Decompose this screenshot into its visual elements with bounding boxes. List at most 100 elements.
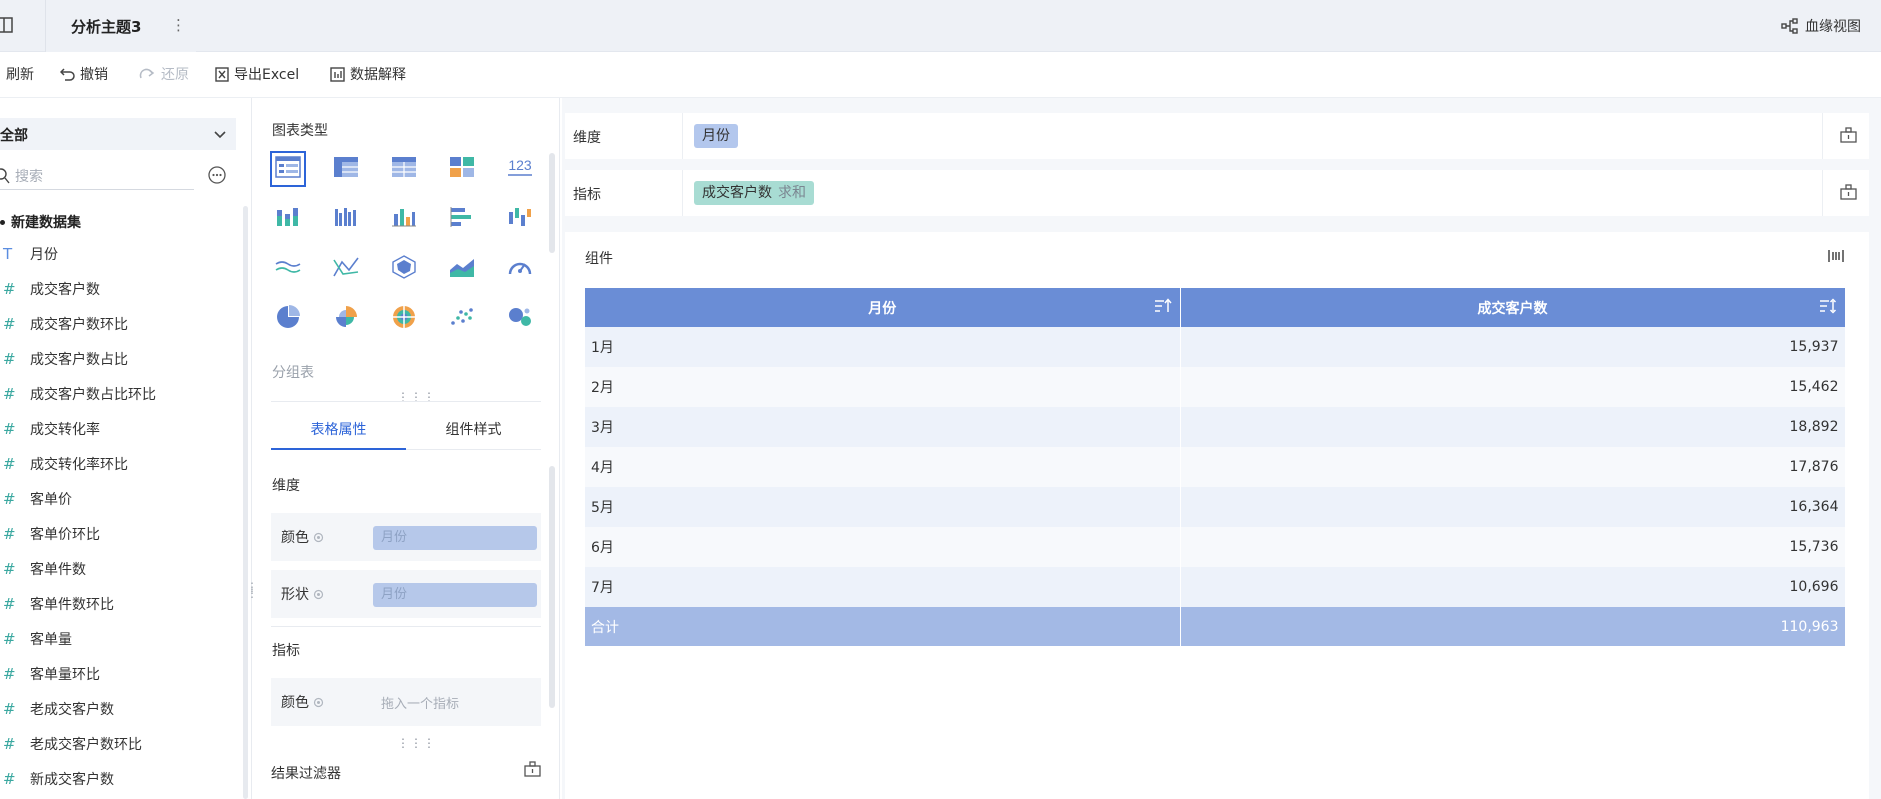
shelf-divider: [682, 170, 683, 216]
chart-type-multi-pie[interactable]: [386, 301, 422, 337]
settings-icon[interactable]: [312, 696, 325, 709]
chart-type-cross-table[interactable]: [328, 151, 364, 187]
dimension-pill[interactable]: 月份: [694, 124, 738, 148]
table-row[interactable]: 3月 18,892: [585, 407, 1846, 447]
chart-type-kpi-card[interactable]: 123: [502, 151, 538, 187]
column-header-deal-customers[interactable]: 成交客户数: [1180, 288, 1846, 327]
measure-pill[interactable]: 成交客户数 求和: [694, 181, 814, 205]
settings-icon[interactable]: [312, 531, 325, 544]
shelf-divider: [1822, 170, 1823, 216]
drag-handle-icon[interactable]: ⋮⋮⋮: [397, 391, 436, 403]
field-item[interactable]: # 客单价环比: [0, 516, 236, 551]
collapse-panel-icon[interactable]: [0, 16, 14, 34]
measure-aggregation: 求和: [778, 185, 806, 201]
result-filter-label: 结果过滤器: [271, 766, 341, 782]
scatter-chart-icon: [449, 306, 475, 332]
chart-type-area-chart[interactable]: [444, 251, 480, 287]
table-row[interactable]: 7月 10,696: [585, 567, 1846, 607]
properties-scrollbar[interactable]: [549, 466, 555, 708]
field-item[interactable]: # 成交转化率: [0, 411, 236, 446]
chart-type-grouped-table[interactable]: [270, 151, 306, 187]
chart-type-scatter-chart[interactable]: [444, 301, 480, 337]
chart-type-pie-chart[interactable]: [270, 301, 306, 337]
sort-ascending-icon[interactable]: [1154, 298, 1172, 314]
chart-type-gauge-chart[interactable]: [502, 251, 538, 287]
table-row[interactable]: 6月 15,736: [585, 527, 1846, 567]
tab-table-properties[interactable]: 表格属性: [271, 410, 406, 450]
table-row[interactable]: 4月 17,876: [585, 447, 1846, 487]
chart-type-bubble-chart[interactable]: [502, 301, 538, 337]
chart-type-title: 图表类型: [272, 123, 328, 139]
month-cell: 3月: [585, 407, 1181, 447]
sort-toggle-icon[interactable]: [1819, 298, 1837, 314]
field-item[interactable]: # 老成交客户数环比: [0, 726, 236, 761]
undo-button[interactable]: 撤销: [60, 64, 108, 84]
dimension-color-chip[interactable]: 月份: [373, 526, 537, 550]
field-item[interactable]: T 月份: [0, 236, 236, 271]
data-explain-button[interactable]: 数据解释: [330, 64, 406, 84]
field-item[interactable]: # 成交转化率环比: [0, 446, 236, 481]
tab-component-style[interactable]: 组件样式: [406, 410, 541, 450]
table-row[interactable]: 1月 15,937: [585, 327, 1846, 367]
more-options-icon[interactable]: [208, 166, 226, 184]
dataset-node[interactable]: 新建数据集: [0, 212, 81, 232]
settings-icon[interactable]: [312, 588, 325, 601]
dimension-section-title: 维度: [272, 478, 300, 494]
chart-type-radar-chart[interactable]: [386, 251, 422, 287]
tab-title[interactable]: 分析主题3: [71, 16, 141, 37]
shelf-divider: [1822, 113, 1823, 159]
field-item[interactable]: # 成交客户数占比: [0, 341, 236, 376]
table-total-row: 合计 110,963: [585, 607, 1846, 646]
result-filter-bar[interactable]: 结果过滤器: [271, 753, 541, 787]
field-item[interactable]: # 客单量: [0, 621, 236, 656]
chart-type-stacked-column[interactable]: [270, 201, 306, 237]
deal-customers-cell: 15,462: [1180, 367, 1846, 407]
tab-more-icon[interactable]: ⋮: [171, 16, 186, 34]
dimension-shape-chip[interactable]: 月份: [373, 583, 537, 607]
field-item[interactable]: # 客单价: [0, 481, 236, 516]
field-item[interactable]: # 成交客户数: [0, 271, 236, 306]
export-excel-button[interactable]: 导出Excel: [215, 64, 299, 84]
field-panel-scrollbar[interactable]: [243, 206, 248, 799]
search-input[interactable]: [15, 166, 185, 188]
deal-customers-cell: 16,364: [1180, 487, 1846, 527]
column-header-month[interactable]: 月份: [585, 288, 1181, 327]
top-bar: 分析主题3 ⋮ 血缘视图: [0, 0, 1881, 52]
field-item[interactable]: # 新成交客户数: [0, 761, 236, 796]
refresh-button[interactable]: 刷新: [6, 64, 34, 84]
field-item[interactable]: # 老成交客户数: [0, 691, 236, 726]
chart-type-scrollbar[interactable]: [549, 153, 555, 253]
chart-type-detail-table[interactable]: [386, 151, 422, 187]
field-item[interactable]: # 客单件数环比: [0, 586, 236, 621]
chart-type-multi-series-column[interactable]: [328, 201, 364, 237]
lineage-view-button[interactable]: 血缘视图: [1781, 16, 1861, 36]
shelf-settings-icon[interactable]: [1840, 184, 1857, 200]
component-layout-icon[interactable]: [1828, 248, 1844, 264]
measure-drop-placeholder[interactable]: 拖入一个指标: [381, 693, 459, 712]
redo-label: 还原: [161, 67, 189, 83]
chart-type-column-chart[interactable]: [386, 201, 422, 237]
table-row[interactable]: 2月 15,462: [585, 367, 1846, 407]
deal-customers-cell: 10,696: [1180, 567, 1846, 607]
field-name: 成交客户数占比: [30, 351, 128, 368]
chart-type-mixed-chart[interactable]: [444, 151, 480, 187]
table-row[interactable]: 5月 16,364: [585, 487, 1846, 527]
field-item[interactable]: # 客单件数: [0, 551, 236, 586]
scope-selector[interactable]: 全部: [0, 118, 236, 150]
field-item[interactable]: # 成交客户数占比环比: [0, 376, 236, 411]
chart-type-rose-chart[interactable]: [328, 301, 364, 337]
chart-type-multi-line[interactable]: [328, 251, 364, 287]
chart-type-bar-chart[interactable]: [444, 201, 480, 237]
redo-button[interactable]: 还原: [138, 64, 189, 84]
field-item[interactable]: # 客单量环比: [0, 656, 236, 691]
line-chart-icon: [275, 256, 301, 282]
chart-type-range-column[interactable]: [502, 201, 538, 237]
filter-config-icon[interactable]: [524, 761, 541, 777]
drag-handle-icon[interactable]: ⋮⋮⋮: [397, 737, 436, 749]
shelf-settings-icon[interactable]: [1840, 127, 1857, 143]
measure-color-row: 颜色 拖入一个指标: [271, 678, 541, 726]
dataset-label: 新建数据集: [11, 215, 81, 231]
field-item[interactable]: # 成交客户数环比: [0, 306, 236, 341]
chart-type-line-chart[interactable]: [270, 251, 306, 287]
number-field-icon: #: [3, 489, 16, 508]
